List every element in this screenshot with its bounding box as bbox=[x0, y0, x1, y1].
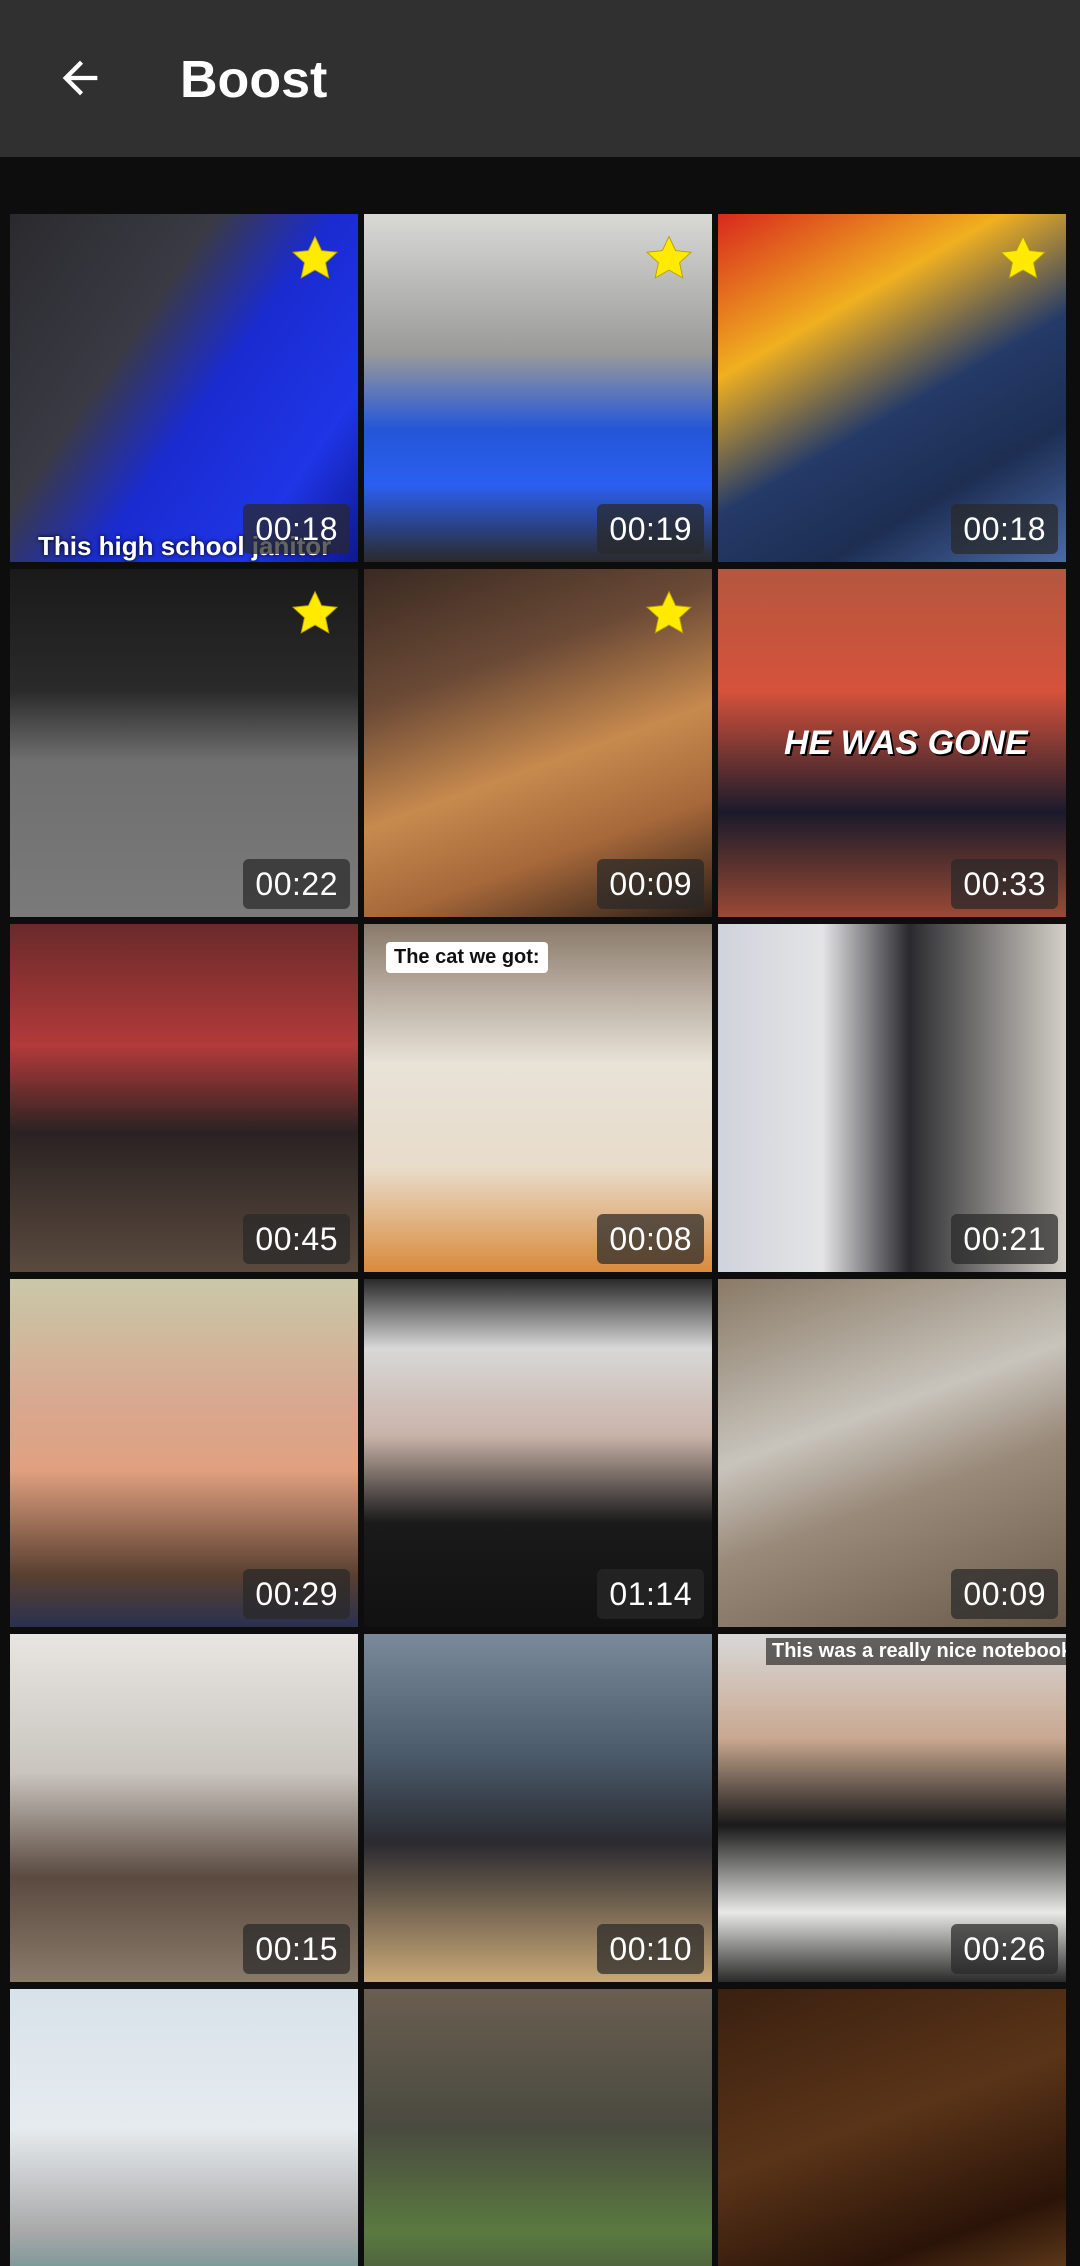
thumbnail-caption: This was a really nice notebook. bbox=[766, 1638, 1066, 1665]
video-tile[interactable]: The cat we got: 00:08 bbox=[364, 924, 712, 1272]
video-tile[interactable]: This high school janitor 00:18 bbox=[10, 214, 358, 562]
video-tile[interactable]: 00:29 bbox=[10, 1279, 358, 1627]
duration-badge: 00:18 bbox=[243, 504, 350, 554]
video-tile[interactable] bbox=[10, 1989, 358, 2266]
video-tile[interactable]: This was a really nice notebook. 00:26 bbox=[718, 1634, 1066, 1982]
duration-badge: 00:45 bbox=[243, 1214, 350, 1264]
star-icon bbox=[291, 590, 339, 634]
page-title: Boost bbox=[180, 51, 328, 109]
video-tile[interactable] bbox=[718, 1989, 1066, 2266]
star-icon bbox=[645, 235, 693, 279]
video-tile[interactable]: 00:15 bbox=[10, 1634, 358, 1982]
video-tile[interactable]: 01:14 bbox=[364, 1279, 712, 1627]
video-thumbnail bbox=[718, 1989, 1066, 2266]
back-button[interactable] bbox=[40, 38, 120, 118]
duration-badge: 00:22 bbox=[243, 859, 350, 909]
video-tile[interactable]: 00:09 bbox=[718, 1279, 1066, 1627]
app-bar: Boost bbox=[0, 0, 1080, 157]
video-tile[interactable]: HE WAS GONE 00:33 bbox=[718, 569, 1066, 917]
video-thumbnail bbox=[10, 1989, 358, 2266]
video-thumbnail bbox=[364, 1989, 712, 2266]
video-tile[interactable]: 00:45 bbox=[10, 924, 358, 1272]
video-tile[interactable]: 00:18 bbox=[718, 214, 1066, 562]
duration-badge: 00:26 bbox=[951, 1924, 1058, 1974]
star-icon bbox=[999, 235, 1047, 279]
video-tile[interactable]: 00:10 bbox=[364, 1634, 712, 1982]
duration-badge: 00:08 bbox=[597, 1214, 704, 1264]
duration-badge: 00:18 bbox=[951, 504, 1058, 554]
duration-badge: 00:09 bbox=[951, 1569, 1058, 1619]
arrow-left-icon bbox=[62, 60, 98, 96]
duration-badge: 00:21 bbox=[951, 1214, 1058, 1264]
duration-badge: 00:10 bbox=[597, 1924, 704, 1974]
video-tile[interactable]: 00:09 bbox=[364, 569, 712, 917]
video-tile[interactable]: 00:21 bbox=[718, 924, 1066, 1272]
duration-badge: 00:19 bbox=[597, 504, 704, 554]
duration-badge: 01:14 bbox=[597, 1569, 704, 1619]
duration-badge: 00:33 bbox=[951, 859, 1058, 909]
video-tile[interactable]: 00:19 bbox=[364, 214, 712, 562]
video-tile[interactable] bbox=[364, 1989, 712, 2266]
star-icon bbox=[645, 590, 693, 634]
duration-badge: 00:09 bbox=[597, 859, 704, 909]
thumbnail-caption: The cat we got: bbox=[386, 942, 548, 973]
duration-badge: 00:29 bbox=[243, 1569, 350, 1619]
star-icon bbox=[291, 235, 339, 279]
video-grid: This high school janitor 00:18 00:19 00:18 0… bbox=[10, 214, 1070, 2266]
video-tile[interactable]: 00:22 bbox=[10, 569, 358, 917]
thumbnail-caption: HE WAS GONE bbox=[784, 724, 1028, 762]
duration-badge: 00:15 bbox=[243, 1924, 350, 1974]
